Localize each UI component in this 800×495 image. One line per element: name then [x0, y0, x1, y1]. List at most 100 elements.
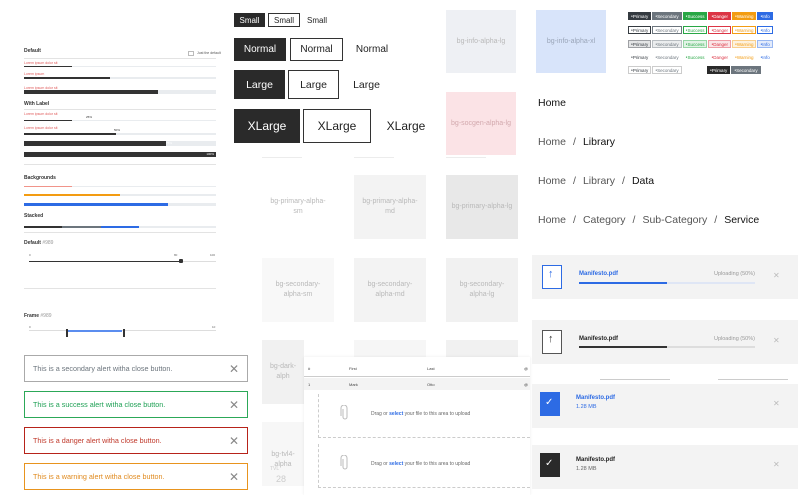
xlarge-button-dark[interactable]: XLarge: [234, 109, 300, 143]
file-done-icon: ✓: [540, 453, 560, 477]
badge: ● Success: [682, 26, 708, 34]
upload-item: [532, 320, 798, 364]
tile-info-lg: bg-info-alpha-lg: [446, 10, 516, 73]
large-button-link[interactable]: Large: [341, 70, 392, 99]
breadcrumb: Home / Category / Sub-Category / Service: [538, 214, 759, 226]
badge: ● Info: [757, 53, 773, 61]
slider-handle[interactable]: [122, 329, 125, 337]
upload-size: 1.28 MB: [576, 466, 597, 472]
normal-button-outline[interactable]: Normal: [290, 38, 343, 61]
small-button-link[interactable]: Small: [302, 13, 332, 27]
breadcrumb-item: Home: [538, 97, 567, 109]
progress-fill: [24, 152, 216, 157]
alert-secondary: This is a secondary alert witha close bu…: [24, 355, 248, 382]
upload-status: Uploading (50%): [714, 336, 755, 342]
upload-filename: Manifesto.pdf: [579, 271, 618, 277]
table-header-cell: #: [308, 366, 311, 371]
progress-bar-md: [24, 90, 216, 94]
progress-caption: Lorem ipsum dolor sit: [24, 112, 58, 116]
breadcrumb-separator: /: [714, 214, 718, 226]
upload-item: [532, 255, 798, 299]
progress-pct: 75%: [166, 141, 173, 145]
large-button-dark[interactable]: Large: [234, 70, 285, 99]
badge: ● Primary: [628, 40, 652, 48]
breadcrumb-item[interactable]: Home: [538, 136, 566, 148]
badge: ● Primary: [628, 66, 652, 74]
close-icon[interactable]: ✕: [773, 460, 780, 469]
slider-handle[interactable]: [66, 329, 69, 337]
close-icon[interactable]: ✕: [229, 362, 239, 376]
progress-with-label-title: With Label: [24, 101, 50, 107]
check-icon: ✓: [545, 458, 554, 469]
badge-row-light: ● Primary ● Secondary ● Success ● Danger ● W…: [628, 26, 774, 34]
normal-button-link[interactable]: Normal: [346, 38, 398, 61]
progress-pct: 100%: [206, 152, 214, 156]
tile-secondary-lg: bg-secondary-alpha-lg: [446, 258, 518, 322]
dropzone-text[interactable]: Drag or select your file to this area to…: [371, 461, 470, 467]
slider-min: 0: [29, 325, 31, 329]
progress-bar-labeled: 100%: [24, 152, 216, 157]
breadcrumb-separator: /: [632, 214, 636, 226]
close-icon[interactable]: ✕: [773, 399, 780, 408]
progress-bar-labeled: 75%: [24, 141, 216, 146]
upload-progress-fill: [579, 346, 667, 348]
progress-sublabel: Lorem ipsum dolor sit: [24, 61, 58, 65]
close-icon[interactable]: ✕: [229, 398, 239, 412]
progress-caption: Lorem ipsum dolor sit: [24, 126, 58, 130]
breadcrumb-item[interactable]: Library: [583, 175, 615, 187]
checkbox-icon[interactable]: [188, 51, 194, 56]
breadcrumb-item[interactable]: Category: [583, 214, 626, 226]
badge: ● Primary: [707, 66, 731, 74]
progress-bar-stacked: [24, 226, 216, 228]
close-icon[interactable]: ✕: [773, 336, 780, 345]
breadcrumb-item[interactable]: Home: [538, 214, 566, 226]
badge: ● Warning: [732, 40, 757, 48]
progress-pct: 50%: [114, 128, 121, 132]
slider-frame[interactable]: [29, 329, 216, 337]
breadcrumb-separator: /: [573, 136, 576, 148]
progress-bar-labeled: [24, 120, 216, 121]
xlarge-button-outline[interactable]: XLarge: [303, 109, 371, 143]
xlarge-button-link[interactable]: XLarge: [374, 109, 438, 143]
slider-default[interactable]: [29, 259, 216, 263]
progress-fill: [62, 226, 101, 228]
large-button-outline[interactable]: Large: [288, 70, 339, 99]
slider-default-title: Default #989: [24, 240, 54, 246]
breadcrumb-item[interactable]: Home: [538, 175, 566, 187]
upload-filename: Manifesto.pdf: [579, 336, 618, 342]
small-button-dark[interactable]: Small: [234, 13, 265, 27]
progress-fill: [24, 66, 72, 67]
badge: ● Warning: [732, 26, 757, 34]
slider-range: [66, 330, 123, 332]
slider-thumb[interactable]: [178, 259, 183, 263]
upload-status: Uploading (50%): [714, 271, 755, 277]
badge: ● Secondary: [652, 66, 682, 74]
badge-row-soft: ● Primary ● Secondary ● Success ● Danger ● W…: [628, 40, 774, 48]
table-row: [304, 378, 530, 390]
breadcrumb-item[interactable]: Sub-Category: [642, 214, 707, 226]
normal-button-dark[interactable]: Normal: [234, 38, 286, 61]
progress-bar-labeled: [24, 133, 216, 135]
upload-progress: [579, 282, 755, 284]
slider-value-label: 80: [174, 253, 178, 257]
arrow-up-icon: ↑: [548, 268, 554, 280]
breadcrumb-separator: /: [622, 175, 625, 187]
paperclip-icon: [340, 405, 348, 420]
alert-success: This is a success alert witha close butt…: [24, 391, 248, 418]
badge: ● Danger: [708, 40, 732, 48]
table-header-cell: @: [524, 366, 529, 371]
close-icon[interactable]: ✕: [229, 470, 239, 484]
alert-text: This is a warning alert witha close butt…: [33, 472, 165, 481]
upload-progress-fill: [579, 282, 667, 284]
badge: ● Secondary: [652, 26, 682, 34]
slider-min: 0: [29, 253, 31, 257]
dropzone-text[interactable]: Drag or select your file to this area to…: [371, 411, 470, 417]
tile-socgen-lg: bg-socgen-alpha-lg: [446, 92, 516, 155]
small-button-outline[interactable]: Small: [268, 13, 300, 27]
badge: ● Success: [682, 53, 708, 61]
tile-secondary-sm: bg-secondary-alpha-sm: [262, 258, 334, 322]
close-icon[interactable]: ✕: [773, 271, 780, 280]
badge-row-outline-light: ● Primary ● Secondary: [628, 66, 683, 74]
progress-fill: [24, 120, 72, 121]
close-icon[interactable]: ✕: [229, 434, 239, 448]
